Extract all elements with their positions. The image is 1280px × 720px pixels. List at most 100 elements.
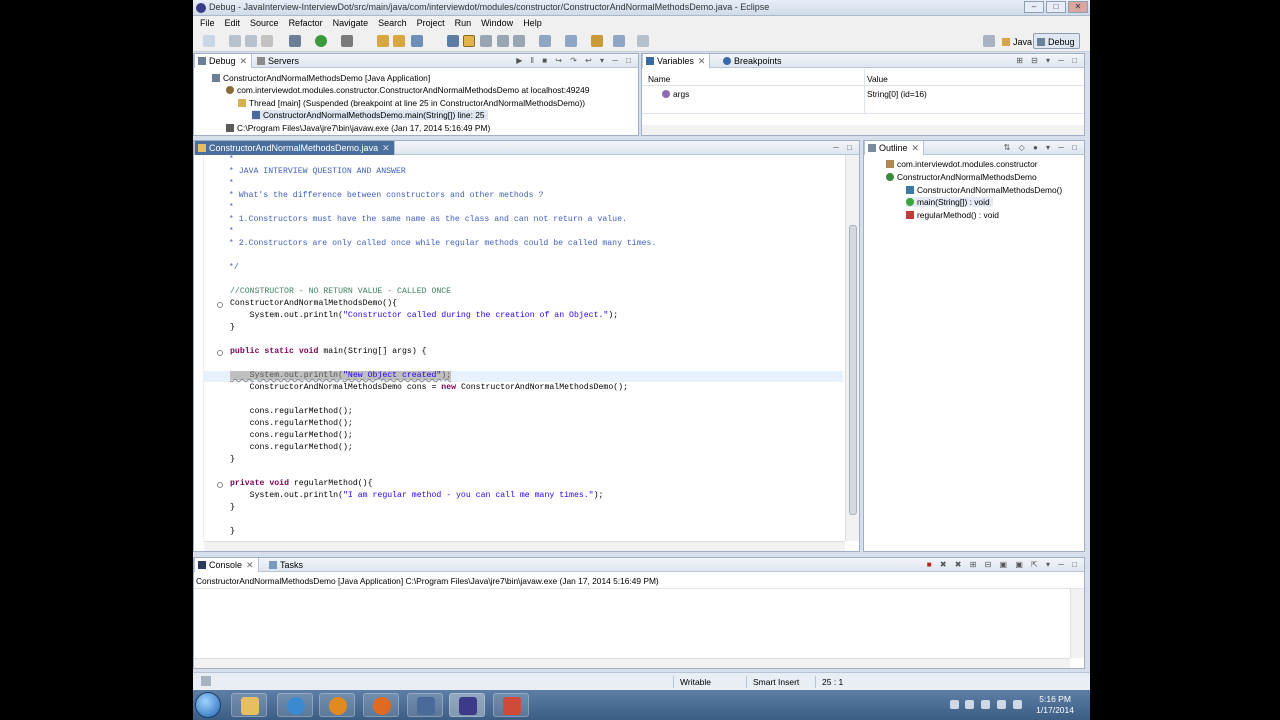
start-button[interactable] — [195, 692, 221, 718]
tab-servers[interactable]: Servers — [254, 54, 303, 68]
menu-help[interactable]: Help — [518, 16, 547, 30]
back-icon[interactable] — [613, 35, 625, 47]
maximize-button[interactable]: □ — [1046, 1, 1066, 13]
external-tools-icon[interactable] — [341, 35, 353, 47]
variables-hscroll[interactable] — [642, 125, 1084, 135]
variable-row[interactable]: args — [662, 89, 689, 99]
show-source-icon[interactable] — [513, 35, 525, 47]
taskbar-eclipse[interactable] — [449, 693, 485, 717]
outline-package[interactable]: com.interviewdot.modules.constructor — [886, 159, 1038, 169]
tab-variables[interactable]: Variables ✕ — [642, 54, 711, 68]
close-icon[interactable]: ✕ — [912, 143, 920, 153]
console-toolbar[interactable]: ■ ✖ ✖ ⊞ ⊟ ▣ ▣ ⇱ ▾ ─ □ — [927, 560, 1080, 569]
code-line[interactable]: System.out.println("New Object created")… — [230, 371, 452, 380]
fold-marker-icon[interactable] — [217, 350, 223, 356]
taskbar-clock[interactable]: 5:16 PM 1/17/2014 — [1036, 694, 1074, 716]
code-line[interactable]: cons.regularMethod(); — [230, 443, 353, 452]
menu-project[interactable]: Project — [412, 16, 450, 30]
code-line[interactable]: cons.regularMethod(); — [230, 431, 353, 440]
menu-refactor[interactable]: Refactor — [284, 16, 328, 30]
tray-display-icon[interactable] — [997, 700, 1006, 709]
open-perspective-icon[interactable] — [983, 35, 995, 47]
tree-thread[interactable]: Thread [main] (Suspended (breakpoint at … — [238, 98, 585, 108]
tray-action-center-icon[interactable] — [1013, 700, 1022, 709]
new-icon[interactable] — [203, 35, 215, 47]
code-area[interactable]: * * JAVA INTERVIEW QUESTION AND ANSWER *… — [204, 155, 843, 541]
print-icon[interactable] — [261, 35, 273, 47]
tab-editor-file[interactable]: ConstructorAndNormalMethodsDemo.java ✕ — [194, 141, 395, 155]
code-line[interactable]: } — [230, 455, 235, 464]
open-task-icon[interactable] — [393, 35, 405, 47]
code-line[interactable]: cons.regularMethod(); — [230, 419, 353, 428]
close-icon[interactable]: ✕ — [698, 56, 706, 66]
forward-icon[interactable] — [637, 35, 649, 47]
close-icon[interactable]: ✕ — [382, 143, 390, 153]
debug-toolbar[interactable]: ▶ ‖ ■ ↪ ↷ ↩ ▾ ─ □ — [516, 56, 634, 65]
taskbar-ie[interactable] — [277, 693, 313, 717]
tray-network-icon[interactable] — [965, 700, 974, 709]
menu-navigate[interactable]: Navigate — [328, 16, 374, 30]
block-selection-icon[interactable] — [480, 35, 492, 47]
code-line[interactable]: * What's the difference between construc… — [224, 191, 543, 200]
console-hscroll[interactable] — [194, 658, 1070, 668]
code-line[interactable]: * — [224, 227, 234, 236]
code-line[interactable]: //CONSTRUCTOR - NO RETURN VALUE - CALLED… — [230, 287, 451, 296]
code-line[interactable]: * 2.Constructors are only called once wh… — [224, 239, 656, 248]
tab-debug[interactable]: Debug ✕ — [194, 54, 253, 68]
code-line[interactable]: cons.regularMethod(); — [230, 407, 353, 416]
code-line[interactable]: * 1.Constructors must have the same name… — [224, 215, 627, 224]
variables-toolbar[interactable]: ⊞ ⊟ ▾ ─ □ — [1016, 56, 1080, 65]
tree-process[interactable]: C:\Program Files\Java\jre7\bin\javaw.exe… — [226, 123, 490, 133]
code-line[interactable]: public static void main(String[] args) { — [230, 347, 427, 356]
perspective-debug[interactable]: Debug — [1033, 33, 1080, 49]
code-line[interactable]: * — [224, 155, 234, 164]
tray-chevron-icon[interactable] — [950, 700, 959, 709]
outline-regular-method[interactable]: regularMethod() : void — [906, 210, 999, 220]
tab-breakpoints[interactable]: Breakpoints — [720, 54, 786, 68]
tree-vm[interactable]: com.interviewdot.modules.constructor.Con… — [226, 85, 589, 95]
toggle-breadcrumb-icon[interactable] — [447, 35, 459, 47]
tab-tasks[interactable]: Tasks — [266, 558, 307, 572]
taskbar-media-player[interactable] — [319, 693, 355, 717]
code-line[interactable]: ConstructorAndNormalMethodsDemo cons = n… — [230, 383, 628, 392]
mark-occurrences-icon[interactable] — [463, 35, 475, 47]
fold-marker-icon[interactable] — [217, 482, 223, 488]
outline-main[interactable]: main(String[]) : void — [906, 197, 993, 207]
debug-icon[interactable] — [289, 35, 301, 47]
editor-vscroll-thumb[interactable] — [849, 225, 857, 515]
close-icon[interactable]: ✕ — [240, 56, 248, 66]
tree-stack-frame[interactable]: ConstructorAndNormalMethodsDemo.main(Str… — [252, 110, 488, 120]
code-line[interactable]: * JAVA INTERVIEW QUESTION AND ANSWER — [224, 167, 406, 176]
code-line[interactable]: } — [230, 323, 235, 332]
taskbar-recorder[interactable] — [493, 693, 529, 717]
code-line[interactable]: System.out.println("Constructor called d… — [230, 311, 619, 320]
menu-window[interactable]: Window — [476, 16, 518, 30]
outline-constructor[interactable]: ConstructorAndNormalMethodsDemo() — [906, 185, 1062, 195]
code-line[interactable]: } — [230, 527, 235, 536]
previous-annotation-icon[interactable] — [565, 35, 577, 47]
console-vscroll[interactable] — [1070, 589, 1084, 658]
terminate-icon[interactable]: ■ — [927, 560, 935, 569]
show-whitespace-icon[interactable] — [497, 35, 509, 47]
close-button[interactable]: ✕ — [1068, 1, 1088, 13]
menu-file[interactable]: File — [195, 16, 220, 30]
save-all-icon[interactable] — [245, 35, 257, 47]
code-line[interactable]: System.out.println("I am regular method … — [230, 491, 604, 500]
editor-vscroll[interactable] — [845, 155, 859, 541]
close-icon[interactable]: ✕ — [246, 560, 254, 570]
editor-hscroll[interactable] — [204, 541, 845, 551]
editor-controls[interactable]: ─ □ — [833, 143, 855, 152]
save-icon[interactable] — [229, 35, 241, 47]
column-value[interactable]: Value — [867, 74, 888, 84]
code-line[interactable]: * — [224, 179, 234, 188]
fold-marker-icon[interactable] — [217, 302, 223, 308]
search-icon[interactable] — [411, 35, 423, 47]
taskbar-save-app[interactable] — [407, 693, 443, 717]
tray-volume-icon[interactable] — [981, 700, 990, 709]
fast-view-icon[interactable] — [201, 676, 211, 686]
code-line[interactable]: } — [230, 503, 235, 512]
menu-source[interactable]: Source — [245, 16, 284, 30]
outline-toolbar[interactable]: ⇅ ◇ ● ▾ ─ □ — [1004, 143, 1080, 152]
tree-launch[interactable]: ConstructorAndNormalMethodsDemo [Java Ap… — [212, 73, 430, 83]
next-annotation-icon[interactable] — [539, 35, 551, 47]
